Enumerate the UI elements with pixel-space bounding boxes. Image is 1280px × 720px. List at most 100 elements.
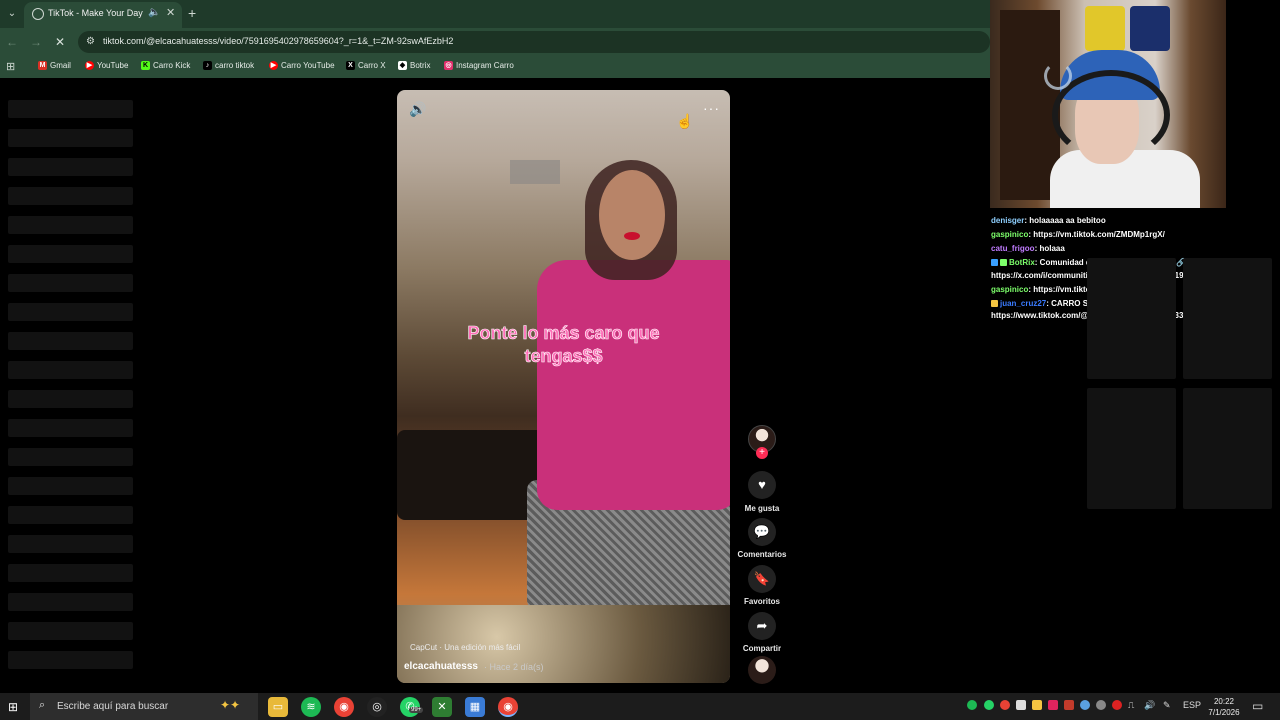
network-icon[interactable]: ⎍ [1128, 700, 1134, 711]
address-bar[interactable]: ⚙ tiktok.com/@elcacahuatesss/video/75916… [78, 31, 990, 53]
youtube-icon: ▶ [269, 61, 278, 70]
tray-app-icon[interactable] [1000, 700, 1010, 710]
comment-icon[interactable]: 💬 [748, 518, 776, 546]
bookmark-gmail[interactable]: M Gmail [38, 61, 71, 70]
like-label: Me gusta [744, 504, 780, 513]
clock-time: 20:22 [1213, 697, 1235, 706]
language-indicator[interactable]: ESP [1183, 700, 1201, 710]
skeleton-item [8, 245, 133, 263]
bookmark-carro-tiktok[interactable]: ♪ carro tiktok [203, 61, 254, 70]
sound-avatar[interactable] [748, 656, 776, 684]
share-label: Compartir [742, 644, 782, 653]
skeleton-item [8, 390, 133, 408]
bookmark-carro-kick[interactable]: K Carro Kick [141, 61, 190, 70]
video-frame-detail [537, 260, 730, 510]
favorites-label: Favoritos [743, 597, 780, 606]
webcam-detail [1085, 6, 1125, 51]
chat-message: denisger: holaaaaa aa bebitoo [991, 216, 1106, 225]
capcut-label[interactable]: CapCut · Una edición más fácil [410, 643, 520, 652]
whatsapp-tray-icon[interactable] [984, 700, 994, 710]
skeleton-card [1087, 258, 1176, 379]
tray-app-icon[interactable] [1112, 700, 1122, 710]
bookmark-youtube[interactable]: ▶ YouTube [85, 61, 128, 70]
taskbar-clock[interactable]: 20:22 7/1/2026 [1204, 696, 1244, 718]
bookmark-carro-x[interactable]: X Carro X [346, 61, 386, 70]
skeleton-item [8, 187, 133, 205]
skeleton-item [8, 274, 133, 292]
url-text[interactable]: tiktok.com/@elcacahuatesss/video/7591695… [103, 36, 453, 46]
taskbar-search-box[interactable]: ⌕ Escribe aquí para buscar ✦✦ [30, 693, 258, 720]
tab-title: TikTok - Make Your Day [48, 8, 143, 18]
pen-icon[interactable]: ✎ [1163, 700, 1171, 711]
loading-spinner-icon [1044, 62, 1072, 90]
stop-loading-icon[interactable]: ✕ [52, 34, 68, 50]
bookmark-instagram-carro[interactable]: ◎ Instagram Carro [444, 61, 514, 70]
subscriber-badge-icon [991, 300, 998, 308]
video-author[interactable]: elcacahuatesss [404, 661, 478, 672]
windows-start-icon[interactable]: ⊞ [8, 700, 18, 714]
steam-tray-icon[interactable] [1080, 700, 1090, 710]
apps-grid-icon[interactable]: ⊞ [6, 60, 15, 73]
tray-app-icon[interactable] [1032, 700, 1042, 710]
tab-tiktok[interactable]: TikTok - Make Your Day 🔈 ✕ [24, 2, 182, 28]
excel-icon[interactable]: ✕ [432, 697, 452, 717]
tray-app-icon[interactable] [1096, 700, 1106, 710]
verified-badge-icon [1000, 259, 1007, 267]
sparkle-icon: ✦✦ [220, 698, 241, 712]
chat-text: : holaaaaa aa bebitoo [1024, 216, 1106, 225]
tab-search-icon[interactable]: ⌄ [4, 6, 20, 22]
tray-app-icon[interactable] [1064, 700, 1074, 710]
youtube-icon: ▶ [85, 61, 94, 70]
tray-app-icon[interactable] [1016, 700, 1026, 710]
share-icon[interactable]: ➦ [748, 612, 776, 640]
skeleton-item [8, 651, 133, 669]
loading-icon [32, 8, 44, 20]
video-player[interactable]: Ponte lo más caro que tengas$$ 🔊 ··· ☝ C… [397, 90, 730, 683]
instagram-icon: ◎ [444, 61, 453, 70]
search-placeholder: Escribe aquí para buscar [57, 701, 169, 712]
clock-date: 7/1/2026 [1208, 708, 1240, 717]
volume-icon[interactable]: 🔊 [409, 101, 426, 118]
chat-username: BotRix [1009, 258, 1035, 267]
bookmark-icon[interactable]: 🔖 [748, 565, 776, 593]
tiktok-page: Ponte lo más caro que tengas$$ 🔊 ··· ☝ C… [0, 78, 990, 693]
chat-message: gaspinico: https://vm.tiktok.com/ZMDMp1r… [991, 230, 1165, 239]
video-frame-detail [397, 430, 545, 520]
notification-icon[interactable]: ▭ [1252, 699, 1263, 713]
windows-taskbar: ⊞ ⌕ Escribe aquí para buscar ✦✦ ▭ ≋ ◉ ◎ … [0, 693, 1280, 720]
store-icon[interactable]: ▦ [465, 697, 485, 717]
bookmark-carro-youtube[interactable]: ▶ Carro YouTube [269, 61, 335, 70]
caption-line: tengas$$ [524, 346, 603, 367]
spotify-tray-icon[interactable] [967, 700, 977, 710]
heart-icon[interactable]: ♥ [748, 471, 776, 499]
webcam-detail [1130, 6, 1170, 51]
tiktok-icon: ♪ [203, 61, 212, 70]
search-icon: ⌕ [39, 699, 46, 711]
browser-tab-bar: ⌄ TikTok - Make Your Day 🔈 ✕ + [0, 0, 990, 28]
mouse-cursor-icon: ☝ [676, 113, 694, 129]
skeleton-card [1183, 258, 1272, 379]
skeleton-item [8, 332, 133, 350]
new-tab-button[interactable]: + [188, 5, 196, 21]
follow-plus-icon[interactable]: + [756, 447, 768, 459]
more-options-icon[interactable]: ··· [703, 100, 720, 116]
chrome-icon[interactable]: ◉ [334, 697, 354, 717]
volume-tray-icon[interactable]: 🔊 [1144, 700, 1155, 711]
tab-audio-icon[interactable]: 🔈 [148, 7, 160, 18]
skeleton-item [8, 129, 133, 147]
tray-app-icon[interactable] [1048, 700, 1058, 710]
back-icon[interactable]: ← [4, 34, 20, 50]
forward-icon[interactable]: → [28, 34, 44, 50]
chat-text: : https://vm.tiktok.com/ZMDMp1rgX/ [1028, 230, 1165, 239]
file-explorer-icon[interactable]: ▭ [268, 697, 288, 717]
skeleton-item [8, 448, 133, 466]
spotify-icon[interactable]: ≋ [301, 697, 321, 717]
skeleton-card [1087, 388, 1176, 509]
obs-icon[interactable]: ◎ [367, 697, 387, 717]
site-info-icon[interactable]: ⚙ [86, 36, 95, 47]
bookmark-botrix[interactable]: ◆ Botrix [398, 61, 430, 70]
chrome-active-icon[interactable]: ◉ [498, 697, 518, 717]
close-icon[interactable]: ✕ [166, 6, 175, 19]
skeleton-item [8, 100, 133, 118]
skeleton-item [8, 303, 133, 321]
